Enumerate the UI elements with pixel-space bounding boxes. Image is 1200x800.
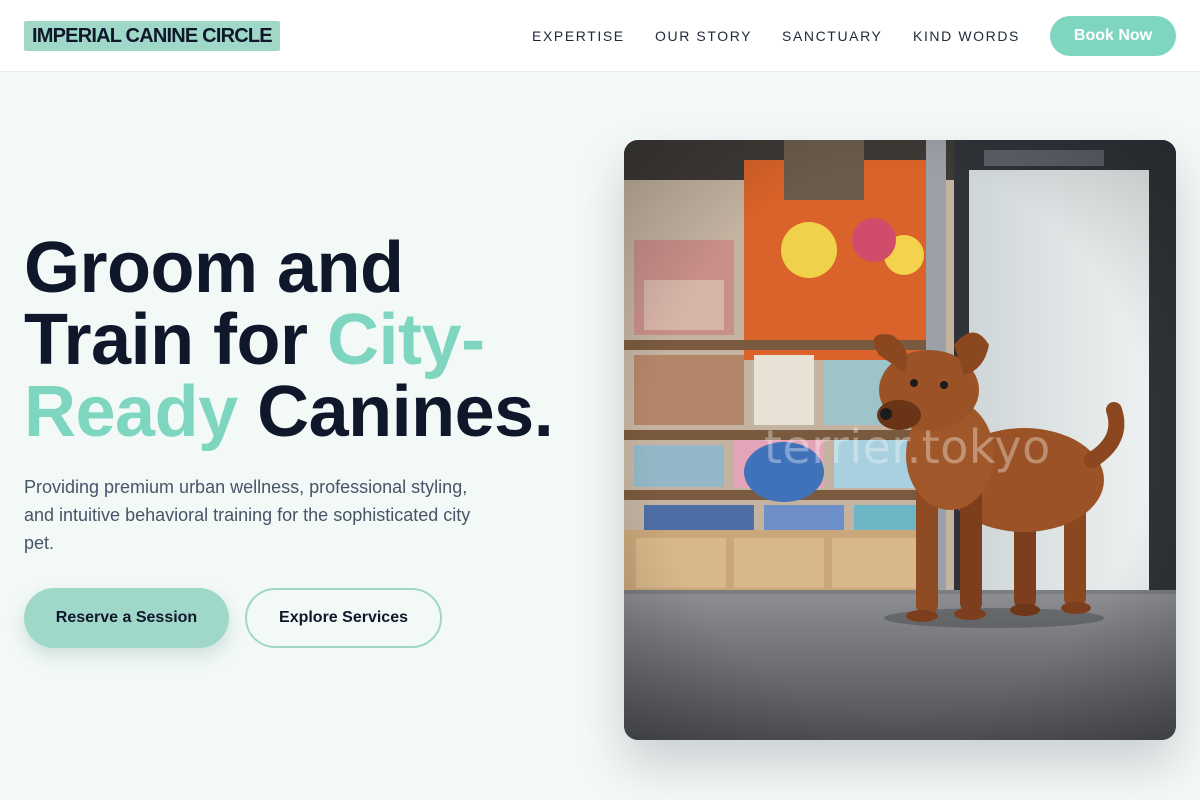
nav-link-expertise[interactable]: EXPERTISE <box>532 27 625 45</box>
hero-headline: Groom and Train for City- Ready Canines. <box>24 232 604 448</box>
main-nav: EXPERTISE OUR STORY SANCTUARY KIND WORDS <box>0 0 1200 72</box>
image-watermark: terrier.tokyo <box>764 420 1051 474</box>
headline-line-1: Groom and <box>24 228 404 308</box>
nav-link-sanctuary[interactable]: SANCTUARY <box>782 27 883 45</box>
headline-accent-ready: Ready <box>24 372 238 452</box>
explore-services-button[interactable]: Explore Services <box>245 588 442 648</box>
nav-link-our-story[interactable]: OUR STORY <box>655 27 752 45</box>
headline-line-2a: Train for <box>24 300 328 380</box>
hero-subtext: Providing premium urban wellness, profes… <box>24 477 471 553</box>
hero-dog-photo: terrier.tokyo <box>624 140 1176 740</box>
book-now-button[interactable]: Book Now <box>1050 16 1176 56</box>
nav-link-kind-words[interactable]: KIND WORDS <box>913 27 1020 45</box>
reserve-session-button[interactable]: Reserve a Session <box>24 588 229 648</box>
site-header: IMPERIAL CANINE CIRCLE EXPERTISE OUR STO… <box>0 0 1200 72</box>
headline-line-3b: Canines. <box>237 372 554 452</box>
headline-accent-city: City- <box>327 300 485 380</box>
